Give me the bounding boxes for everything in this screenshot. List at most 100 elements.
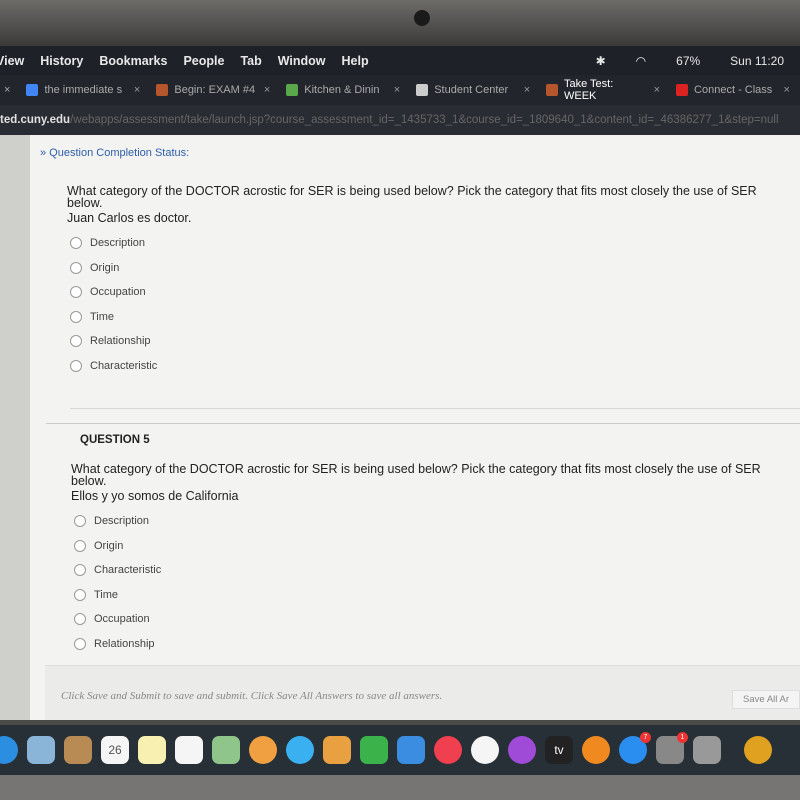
footer: Click Save and Submit to save and submit… [45, 665, 800, 720]
option-label: Description [94, 515, 150, 528]
url-path: /webapps/assessment/take/launch.jsp?cour… [70, 114, 779, 126]
utility-icon[interactable] [693, 736, 721, 764]
answer-option[interactable]: Characteristic [70, 354, 157, 379]
answer-option[interactable]: Description [74, 509, 161, 534]
radio-button[interactable] [74, 539, 86, 552]
tab-title: Connect - Class [694, 84, 773, 96]
option-label: Origin [94, 539, 124, 552]
radio-button[interactable] [70, 237, 82, 250]
answer-option[interactable]: Time [74, 583, 161, 608]
reminders-icon[interactable] [175, 736, 203, 764]
favicon-icon [546, 84, 558, 96]
icon-label: tv [554, 743, 564, 757]
contacts-icon[interactable] [64, 736, 92, 764]
close-icon[interactable]: × [394, 84, 400, 96]
browser-tab[interactable]: Connect - Class × [670, 84, 800, 96]
answer-option[interactable]: Characteristic [74, 558, 161, 583]
option-label: Characteristic [94, 564, 162, 577]
dock: 26 tv 7 1 [0, 725, 800, 775]
radio-button[interactable] [70, 286, 82, 299]
safari-icon[interactable] [0, 736, 18, 764]
menu-tab[interactable]: Tab [240, 54, 261, 68]
chrome-icon[interactable] [744, 736, 772, 764]
answer-option[interactable]: Occupation [74, 607, 161, 632]
close-icon[interactable]: × [784, 84, 790, 96]
close-icon[interactable]: × [4, 84, 10, 96]
maps-icon[interactable] [212, 736, 240, 764]
divider [70, 408, 800, 409]
question-4-text: What category of the DOCTOR acrostic for… [67, 184, 757, 225]
tab-title: Kitchen & Dinin [304, 84, 380, 96]
photos-icon[interactable] [249, 736, 277, 764]
close-icon[interactable]: × [264, 84, 270, 96]
menu-window[interactable]: Window [278, 54, 326, 68]
notification-badge: 7 [640, 732, 651, 743]
system-preferences-icon[interactable]: 1 [656, 732, 688, 764]
tab-title: the immediate s [44, 84, 123, 96]
option-label: Description [90, 237, 146, 250]
menu-help[interactable]: Help [342, 54, 369, 68]
close-icon[interactable]: × [134, 84, 140, 96]
footer-note: Click Save and Submit to save and submit… [61, 690, 443, 702]
favicon-icon [286, 84, 299, 96]
radio-button[interactable] [74, 564, 86, 577]
calendar-icon[interactable]: 26 [101, 736, 129, 764]
answer-option[interactable]: Relationship [74, 632, 161, 657]
menu-bar: ViewHistoryBookmarksPeopleTabWindowHelp … [0, 46, 800, 75]
bluetooth-icon[interactable]: ✱ [596, 54, 606, 68]
save-all-answers-button[interactable]: Save All Ar [732, 690, 800, 709]
radio-button[interactable] [74, 637, 86, 650]
close-icon[interactable]: × [654, 84, 660, 96]
url-host: ted.cuny.edu [0, 114, 71, 126]
books-icon[interactable] [582, 736, 610, 764]
browser-tab[interactable]: the immediate s × [20, 84, 150, 96]
browser-tab[interactable]: Begin: EXAM #4 × [150, 84, 280, 96]
answer-option[interactable]: Relationship [70, 329, 157, 354]
tab-title: Begin: EXAM #4 [174, 84, 256, 96]
page: » Question Completion Status: What categ… [0, 135, 800, 720]
news-icon[interactable] [434, 736, 462, 764]
radio-button[interactable] [70, 359, 82, 372]
address-bar[interactable]: ted.cuny.edu/webapps/assessment/take/lau… [0, 105, 800, 135]
radio-button[interactable] [74, 588, 86, 601]
answer-option[interactable]: Occupation [70, 280, 157, 305]
tv-icon[interactable]: tv [545, 736, 573, 764]
radio-button[interactable] [74, 613, 86, 626]
podcasts-icon[interactable] [508, 736, 536, 764]
answer-option[interactable]: Description [70, 231, 157, 256]
tab-title: Student Center [434, 84, 509, 96]
radio-button[interactable] [70, 310, 82, 323]
question-completion-status[interactable]: » Question Completion Status: [40, 147, 189, 159]
app-store-icon[interactable]: 7 [619, 732, 651, 764]
pages-icon[interactable] [323, 736, 351, 764]
menu-people[interactable]: People [183, 54, 224, 68]
browser-tab[interactable]: Kitchen & Dinin × [280, 84, 410, 96]
notes-icon[interactable] [138, 736, 166, 764]
messages-icon[interactable] [286, 736, 314, 764]
close-icon[interactable]: × [524, 84, 530, 96]
music-icon[interactable] [471, 736, 499, 764]
menu-view[interactable]: View [0, 54, 24, 68]
answer-option[interactable]: Time [70, 305, 157, 330]
keynote-icon[interactable] [397, 736, 425, 764]
favicon-icon [676, 84, 689, 96]
clock[interactable]: Sun 11:20 [730, 54, 784, 68]
option-label: Relationship [90, 335, 151, 348]
menu-bookmarks[interactable]: Bookmarks [99, 54, 167, 68]
screen-bottom-bezel [0, 775, 800, 800]
wifi-icon[interactable]: ◠ [636, 54, 646, 68]
answer-option[interactable]: Origin [74, 534, 161, 559]
battery-status[interactable]: 67% [676, 54, 700, 68]
radio-button[interactable] [70, 261, 82, 274]
answer-option[interactable]: Origin [70, 256, 157, 281]
menu-history[interactable]: History [40, 54, 83, 68]
numbers-icon[interactable] [360, 736, 388, 764]
option-label: Origin [90, 261, 120, 274]
mail-icon[interactable] [27, 736, 55, 764]
icon-label: 26 [108, 743, 122, 757]
browser-tab[interactable]: Student Center × [410, 84, 540, 96]
browser-tab[interactable]: Take Test: WEEK × [540, 78, 670, 102]
radio-button[interactable] [70, 335, 82, 348]
radio-button[interactable] [74, 515, 86, 528]
option-label: Time [90, 310, 115, 323]
